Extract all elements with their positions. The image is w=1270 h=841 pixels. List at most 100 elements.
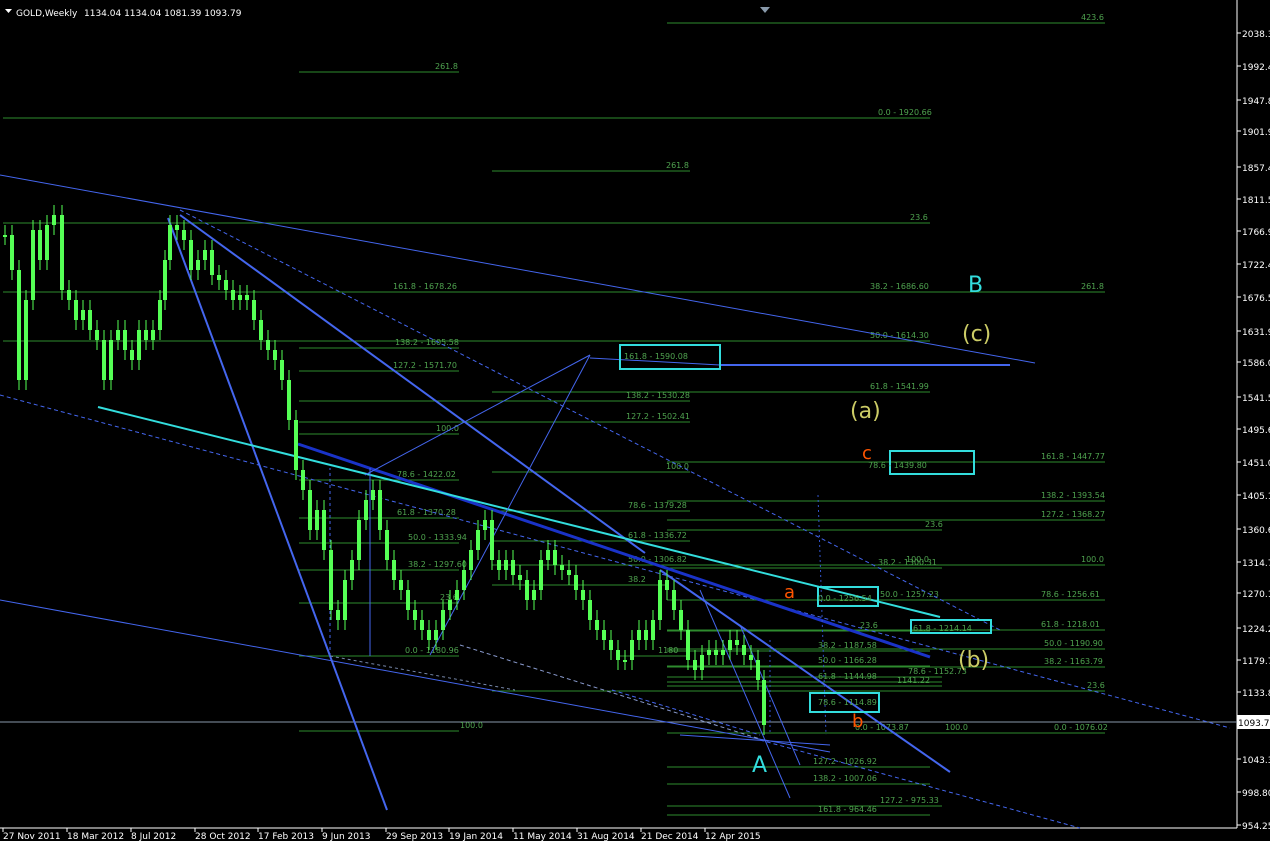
- candle-body: [644, 630, 648, 640]
- candle-body: [158, 300, 162, 330]
- price-axis-label: 1495.60: [1242, 426, 1270, 436]
- wave-label-a: a: [784, 582, 795, 603]
- wave-label-B: B: [968, 273, 983, 298]
- current-price-label: 1093.79: [1238, 719, 1270, 729]
- fibonacci-level-label: 23.6: [1087, 681, 1105, 690]
- price-axis-label: 1947.85: [1242, 97, 1270, 107]
- candle-body: [700, 655, 704, 670]
- fibonacci-level-label: 1180: [658, 646, 678, 655]
- candle-body: [10, 235, 14, 270]
- candle-body: [371, 490, 375, 500]
- candle-body: [280, 360, 284, 380]
- fibonacci-level-label: 50.0 - 1333.94: [408, 533, 467, 542]
- candle-body: [81, 310, 85, 320]
- fibonacci-level-label: 78.6 - 1422.02: [397, 470, 456, 479]
- candle-body: [518, 575, 522, 580]
- candle-body: [287, 380, 291, 420]
- candle-body: [45, 225, 49, 260]
- candle-body: [52, 215, 56, 225]
- candle-body: [266, 340, 270, 350]
- fibonacci-level-label: 127.2 - 1026.92: [813, 757, 877, 766]
- candle-body: [175, 225, 179, 230]
- wave-label-b-paren: (b): [958, 648, 989, 673]
- candle-body: [658, 580, 662, 620]
- price-axis-label: 1766.95: [1242, 228, 1270, 238]
- candle-body: [163, 260, 167, 300]
- price-axis-label: 1270.15: [1242, 590, 1270, 600]
- candle-body: [476, 530, 480, 550]
- fibonacci-level-label: 38.2 - 1187.58: [818, 641, 877, 650]
- candle-body: [38, 230, 42, 260]
- price-axis-label: 1857.40: [1242, 164, 1270, 174]
- candle-body: [95, 330, 99, 340]
- candle-body: [17, 270, 21, 380]
- target-zone-label: 0.0 - 1256.54: [818, 594, 872, 603]
- price-chart-canvas[interactable]: 2038.30 1992.40 1947.85 1901.95 1857.40 1811.…: [0, 0, 1270, 841]
- candle-body: [504, 560, 508, 570]
- candle-body: [651, 620, 655, 640]
- fibonacci-level-label: 0.0 - 1920.66: [878, 108, 932, 117]
- fibonacci-level-label: 127.2 - 1502.41: [626, 412, 690, 421]
- fibonacci-level-label: 261.8: [666, 161, 689, 170]
- candle-body: [144, 330, 148, 340]
- time-axis-label: 27 Nov 2011: [3, 832, 61, 841]
- price-axis-label: 954.25: [1242, 822, 1270, 832]
- price-axis-label: 1224.25: [1242, 625, 1270, 635]
- candle-body: [238, 295, 242, 300]
- fibonacci-level-label: 100.0: [1081, 555, 1104, 564]
- candle-body: [189, 240, 193, 270]
- fibonacci-level-label: 161.8 - 964.46: [818, 805, 877, 814]
- chart-window[interactable]: 2038.30 1992.40 1947.85 1901.95 1857.40 1811.…: [0, 0, 1270, 841]
- wave-label-A: A: [752, 753, 767, 778]
- candle-body: [151, 330, 155, 340]
- candle-body: [567, 570, 571, 575]
- candle-body: [322, 510, 326, 550]
- candle-body: [116, 330, 120, 340]
- candle-body: [434, 630, 438, 640]
- candle-body: [252, 300, 256, 320]
- fibonacci-level-label: 23.6: [910, 213, 928, 222]
- candle-body: [616, 650, 620, 660]
- price-axis-label: 1360.60: [1242, 526, 1270, 536]
- fibonacci-level-label: 261.8: [1081, 282, 1104, 291]
- price-axis-label: 1451.05: [1242, 459, 1270, 469]
- candle-body: [455, 590, 459, 600]
- candle-body: [137, 330, 141, 360]
- time-axis-label: 17 Feb 2013: [258, 832, 314, 841]
- fibonacci-level-label: 78.6 - 1379.28: [628, 501, 687, 510]
- candle-body: [609, 640, 613, 650]
- candle-body: [532, 590, 536, 600]
- price-axis-label: 1314.70: [1242, 559, 1270, 569]
- candle-body: [686, 630, 690, 660]
- candle-body: [301, 470, 305, 490]
- target-zone-label: 161.8 - 1590.08: [624, 352, 688, 361]
- candle-body: [735, 640, 739, 645]
- price-axis-label: 1405.15: [1242, 492, 1270, 502]
- candle-body: [728, 640, 732, 650]
- fibonacci-level-label: 100.0: [906, 555, 929, 564]
- fibonacci-level-label: 38.2 - 1686.60: [870, 282, 929, 291]
- fibonacci-level-label: 78.6 - 1256.61: [1041, 590, 1100, 599]
- candle-body: [315, 510, 319, 530]
- candle-body: [588, 600, 592, 620]
- candle-body: [329, 550, 333, 610]
- candle-body: [441, 610, 445, 630]
- candle-body: [714, 650, 718, 655]
- candle-body: [392, 560, 396, 580]
- candle-body: [406, 590, 410, 610]
- candle-body: [637, 630, 641, 640]
- price-axis-label: 2038.30: [1242, 30, 1270, 40]
- candle-body: [707, 650, 711, 655]
- price-axis-label: 1722.40: [1242, 261, 1270, 271]
- candle-body: [378, 490, 382, 530]
- candle-body: [245, 295, 249, 300]
- candle-body: [399, 580, 403, 590]
- candle-body: [182, 230, 186, 240]
- fibonacci-level-label: 138.2 - 1007.06: [813, 774, 877, 783]
- candle-body: [294, 420, 298, 470]
- candle-body: [385, 530, 389, 560]
- candle-body: [60, 215, 64, 290]
- candle-body: [231, 290, 235, 300]
- fibonacci-level-label: 261.8: [435, 62, 458, 71]
- candle-body: [259, 320, 263, 340]
